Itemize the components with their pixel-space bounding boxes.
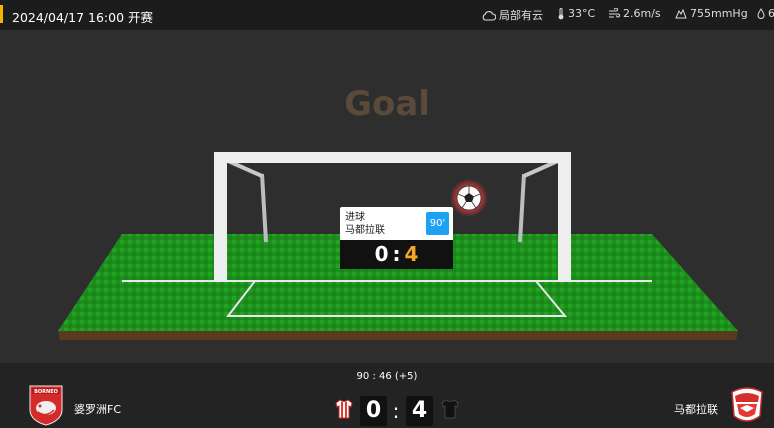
away-score: 4 <box>406 396 433 426</box>
goal-crossbar <box>214 152 571 163</box>
event-score-separator: : <box>392 242 401 266</box>
event-team: 马都拉联 <box>345 225 385 236</box>
goal-title: Goal <box>344 84 430 124</box>
football-icon <box>456 185 482 211</box>
pitch-illustration <box>58 152 738 340</box>
away-team-name[interactable]: 马都拉联 <box>674 401 718 417</box>
goal-post-left <box>214 152 227 282</box>
event-home-score: 0 <box>374 242 389 266</box>
home-score: 0 <box>360 396 387 426</box>
goal-post-right <box>558 152 571 282</box>
goal-event-card: 进球 马都拉联 90' 0:4 <box>340 207 453 269</box>
home-team-logo[interactable]: BORNEO <box>28 384 64 426</box>
away-kit-icon <box>441 399 459 419</box>
event-type: 进球 <box>345 212 365 223</box>
away-team-logo[interactable] <box>728 386 766 426</box>
score-separator: : <box>392 399 400 423</box>
event-score: 0:4 <box>340 240 453 269</box>
home-kit-icon <box>335 399 353 419</box>
event-minute-badge: 90' <box>426 212 449 235</box>
goal-back-post-left <box>260 173 268 243</box>
home-logo-text: BORNEO <box>34 389 58 395</box>
home-team-name[interactable]: 婆罗洲FC <box>74 401 121 417</box>
match-clock: 90 : 46 (+5) <box>356 371 418 382</box>
event-card-header: 进球 马都拉联 90' <box>340 207 453 240</box>
goal-back-post-right <box>518 173 526 243</box>
event-away-score: 4 <box>404 242 419 266</box>
pitch-soil-edge <box>58 331 738 340</box>
